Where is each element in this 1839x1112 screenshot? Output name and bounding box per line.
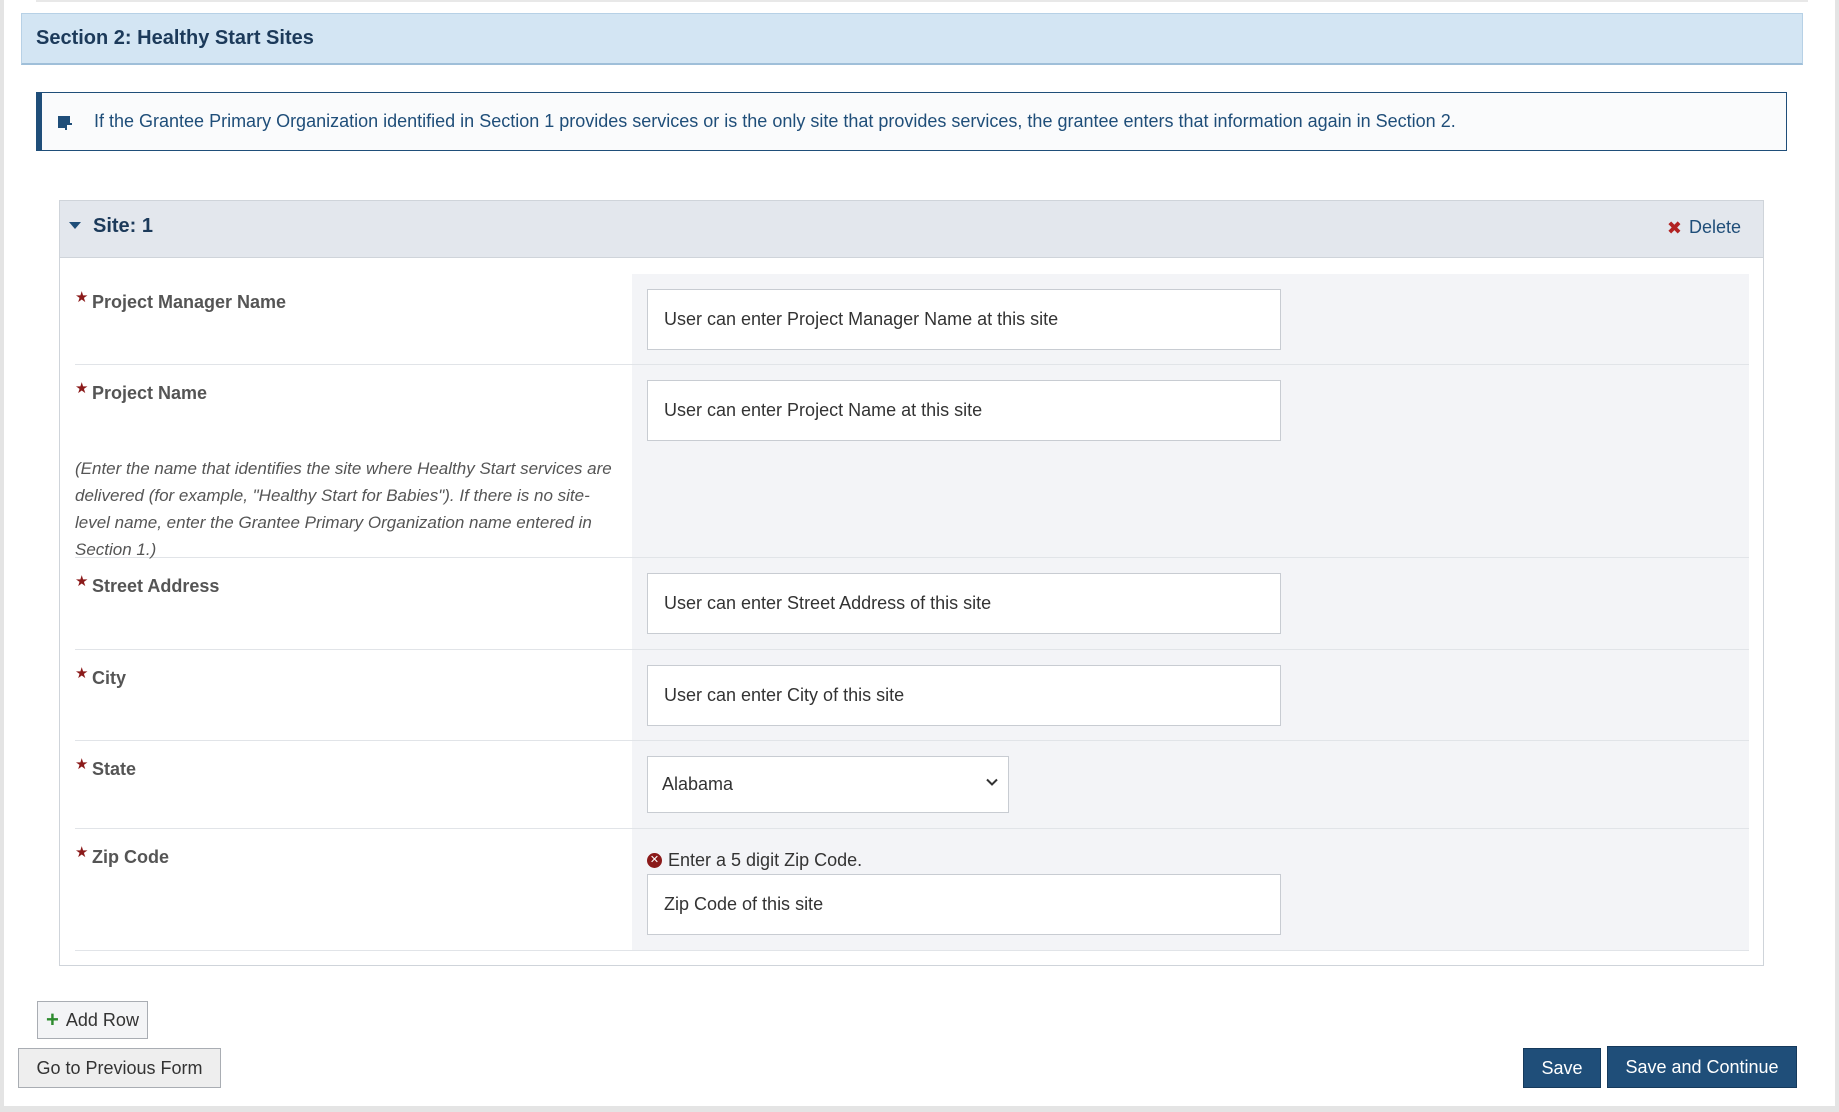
required-star-icon: ★ xyxy=(75,289,89,306)
row-project-name: ★ Project Name (Enter the name that iden… xyxy=(75,365,1749,559)
add-row-label: Add Row xyxy=(65,1009,139,1030)
label-city: City xyxy=(92,668,127,688)
project-name-helper: (Enter the name that identifies the site… xyxy=(75,459,612,559)
row-city: ★ City xyxy=(75,650,1749,741)
site-header[interactable]: Site: 1 ✖ Delete xyxy=(60,201,1763,258)
state-select[interactable]: Alabama xyxy=(647,756,1009,813)
required-star-icon: ★ xyxy=(75,380,89,397)
required-star-icon: ★ xyxy=(75,665,89,682)
zip-code-error-text: Enter a 5 digit Zip Code. xyxy=(668,850,863,870)
site-title: Site: 1 xyxy=(93,215,154,237)
label-project-name: Project Name xyxy=(92,383,208,403)
save-and-continue-button[interactable]: Save and Continue xyxy=(1607,1046,1797,1088)
required-star-icon: ★ xyxy=(75,756,89,773)
previous-form-button[interactable]: Go to Previous Form xyxy=(18,1048,221,1088)
zip-code-input[interactable] xyxy=(647,874,1281,935)
required-star-icon: ★ xyxy=(75,573,89,590)
site-panel: Site: 1 ✖ Delete ★ Project Manager Name … xyxy=(59,200,1764,966)
label-zip-code: Zip Code xyxy=(92,847,169,867)
plus-icon: + xyxy=(46,1007,59,1032)
info-square-icon xyxy=(58,115,72,130)
top-divider xyxy=(36,0,1808,2)
label-street-address: Street Address xyxy=(92,576,220,596)
row-state: ★ State Alabama xyxy=(75,741,1749,829)
close-icon: ✖ xyxy=(1666,217,1682,238)
section-title: Section 2: Healthy Start Sites xyxy=(36,27,314,49)
info-text: If the Grantee Primary Organization iden… xyxy=(94,111,1456,131)
row-street-address: ★ Street Address xyxy=(75,558,1749,650)
label-project-manager-name: Project Manager Name xyxy=(92,292,287,312)
label-state: State xyxy=(92,759,137,779)
delete-label: Delete xyxy=(1688,217,1741,237)
info-alert: If the Grantee Primary Organization iden… xyxy=(36,92,1787,151)
delete-site-button[interactable]: ✖ Delete xyxy=(1667,217,1741,238)
section-header: Section 2: Healthy Start Sites xyxy=(21,13,1803,65)
required-star-icon: ★ xyxy=(75,844,89,861)
error-circle-icon: ✕ xyxy=(647,853,662,868)
city-input[interactable] xyxy=(647,665,1281,726)
state-selected-value: Alabama xyxy=(662,774,734,794)
row-project-manager-name: ★ Project Manager Name xyxy=(75,274,1749,365)
chevron-down-icon xyxy=(986,778,998,786)
project-name-input[interactable] xyxy=(647,380,1281,441)
row-zip-code: ★ Zip Code ✕ Enter a 5 digit Zip Code. xyxy=(75,829,1749,951)
street-address-input[interactable] xyxy=(647,573,1281,634)
caret-down-icon[interactable] xyxy=(69,222,81,229)
save-button[interactable]: Save xyxy=(1523,1048,1601,1088)
zip-code-error: ✕ Enter a 5 digit Zip Code. xyxy=(647,850,862,871)
project-manager-name-input[interactable] xyxy=(647,289,1281,350)
add-row-button[interactable]: + Add Row xyxy=(37,1001,148,1039)
